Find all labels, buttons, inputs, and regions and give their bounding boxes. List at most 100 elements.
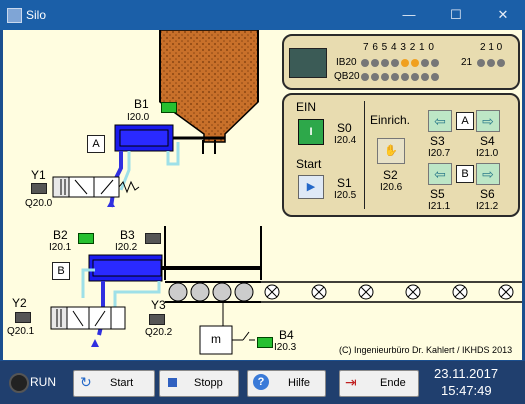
valve-y1 [52, 176, 140, 207]
ib20-led-1 [371, 59, 379, 67]
time-display: 15:47:49 [441, 383, 492, 398]
b1-sensor-led [161, 102, 177, 113]
y2-label: Y2 [12, 296, 27, 310]
help-icon: ? [253, 374, 269, 390]
s0-ein-button[interactable]: I [298, 119, 324, 145]
ib21-led-1 [487, 59, 495, 67]
window-title: Silo [26, 8, 47, 22]
s6-label: S6 [480, 187, 495, 201]
qb20-led-4 [401, 73, 409, 81]
b1-address: I20.0 [127, 112, 150, 123]
b4-address: I20.3 [274, 342, 297, 353]
date-display: 23.11.2017 [434, 366, 499, 381]
hilfe-button[interactable]: ? Hilfe [247, 370, 326, 397]
s1-address: I20.5 [334, 190, 357, 201]
start-button[interactable]: ↻ Start [73, 370, 155, 397]
s0-address: I20.4 [334, 135, 357, 146]
app-icon [7, 8, 22, 23]
run-label: RUN [30, 375, 56, 389]
b4-label: B4 [279, 328, 294, 342]
ein-label: EIN [296, 100, 317, 114]
b3-sensor-led [145, 233, 161, 244]
minimize-button[interactable]: — [394, 4, 424, 26]
s2-einrich-button[interactable]: ✋ [377, 138, 405, 164]
loop-icon: ↻ [80, 374, 92, 390]
b2-label: B2 [53, 228, 68, 242]
ib20-label: IB20 [336, 57, 357, 68]
divider [364, 101, 365, 209]
ib20-led-3 [391, 59, 399, 67]
einrich-label: Einrich. [370, 113, 411, 127]
s3-label: S3 [430, 134, 445, 148]
qb20-label: QB20 [334, 71, 360, 82]
ib20-led-4 [401, 59, 409, 67]
s4-address: I21.0 [476, 148, 499, 159]
cylinder-a-label: A [87, 135, 105, 153]
ib20-led-2 [381, 59, 389, 67]
qb20-led-1 [371, 73, 379, 81]
b1-label: B1 [134, 97, 149, 111]
stopp-button[interactable]: Stopp [159, 370, 239, 397]
b3-label: B3 [120, 228, 135, 242]
box-a-label: A [456, 112, 474, 130]
box-b-label: B [456, 165, 474, 183]
s3-left-button[interactable]: ⇦ [428, 110, 452, 132]
ib20-led-6 [421, 59, 429, 67]
cylinder-b-label: B [52, 262, 70, 280]
qb20-led-6 [421, 73, 429, 81]
qb20-led-5 [411, 73, 419, 81]
s5-left-button[interactable]: ⇦ [428, 163, 452, 185]
stop-icon [168, 378, 177, 387]
byte21-label: 21 [461, 57, 473, 68]
maximize-button[interactable]: ☐ [441, 4, 471, 26]
close-button[interactable]: ✕ [488, 4, 518, 26]
ib20-led-5 [411, 59, 419, 67]
s0-label: S0 [337, 121, 352, 135]
silo [159, 30, 259, 154]
roller-conveyor [165, 281, 261, 303]
qb20-led-2 [381, 73, 389, 81]
ib20-leds [361, 58, 441, 70]
start-button-label: Start [110, 377, 134, 389]
exit-icon: ⇥ [345, 374, 357, 390]
qb20-led-0 [361, 73, 369, 81]
bottom-toolbar: RUN ↻ Start Stopp ? Hilfe ⇥ Ende 23.11.2… [0, 361, 525, 404]
qb20-leds [361, 72, 441, 84]
qb20-led-3 [391, 73, 399, 81]
plc-module-icon [289, 48, 327, 78]
y3-label: Y3 [151, 298, 166, 312]
y3-address: Q20.2 [145, 327, 173, 338]
s1-start-button[interactable]: ▶ [298, 175, 324, 199]
s2-address: I20.6 [380, 182, 403, 193]
y1-output-led [31, 183, 47, 194]
control-panel: EIN I S0 I20.4 Start ▶ S1 I20.5 Einrich.… [282, 93, 520, 217]
motor [199, 302, 255, 355]
s1-label: S1 [337, 176, 352, 190]
motor-label: m [211, 332, 221, 346]
y3-output-led [149, 314, 165, 325]
b2-address: I20.1 [49, 242, 72, 253]
stopp-button-label: Stopp [194, 377, 223, 389]
ib21-leds [477, 58, 507, 70]
b4-sensor-led [257, 337, 273, 348]
copyright-text: (C) Ingenieurbüro Dr. Kahlert / IKHDS 20… [339, 345, 513, 355]
b3-address: I20.2 [115, 242, 138, 253]
qb20-led-7 [431, 73, 439, 81]
plc-io-panel: 7 6 5 4 3 2 1 0 2 1 0 IB20 21 QB20 [282, 34, 520, 90]
y2-address: Q20.1 [7, 326, 35, 337]
s5-label: S5 [430, 187, 445, 201]
start-label: Start [296, 157, 322, 171]
y1-label: Y1 [31, 168, 46, 182]
ib20-led-0 [361, 59, 369, 67]
bit-header-right: 2 1 0 [480, 42, 503, 53]
ib21-led-2 [497, 59, 505, 67]
s6-address: I21.2 [476, 201, 499, 212]
s4-right-button[interactable]: ⇨ [476, 110, 500, 132]
hilfe-button-label: Hilfe [288, 377, 311, 389]
b2-sensor-led [78, 233, 94, 244]
belt-conveyor [261, 281, 522, 303]
ende-button[interactable]: ⇥ Ende [339, 370, 419, 397]
s6-right-button[interactable]: ⇨ [476, 163, 500, 185]
ende-button-label: Ende [380, 377, 406, 389]
y2-output-led [15, 312, 31, 323]
